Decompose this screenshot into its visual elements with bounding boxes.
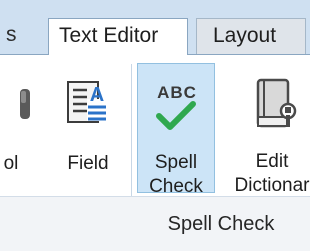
field-button[interactable]: A Field — [52, 63, 124, 193]
spell-check-label-line1: Spell — [154, 152, 198, 173]
ribbon-panel: ol A Field ABC Spell Check Edit Dictiona… — [0, 55, 310, 197]
edit-dictionary-label-line1: Edit — [255, 151, 289, 172]
svg-text:A: A — [90, 84, 104, 106]
field-icon: A — [65, 79, 109, 125]
dictionary-icon — [254, 77, 298, 131]
tool-button[interactable]: ol — [0, 63, 42, 193]
abc-checkmark-icon: ABC — [149, 80, 205, 138]
tool-button-label: ol — [3, 153, 19, 174]
tool-icon — [20, 87, 34, 121]
spell-check-button[interactable]: ABC Spell Check — [137, 63, 215, 197]
tab-text-editor[interactable]: Text Editor — [48, 18, 188, 55]
ribbon-tab-strip: s Text Editor Layout — [0, 0, 310, 55]
tab-partial[interactable]: s — [0, 18, 44, 54]
edit-dictionary-label-line2: Dictionar — [234, 175, 310, 196]
abc-glyph: ABC — [157, 83, 197, 102]
ribbon-group-bar: Spell Check — [0, 196, 310, 251]
field-button-label: Field — [67, 153, 109, 174]
edit-dictionary-button[interactable]: Edit Dictionar — [222, 63, 320, 196]
group-label-spell-check: Spell Check — [167, 213, 275, 235]
tab-layout[interactable]: Layout — [196, 18, 306, 54]
